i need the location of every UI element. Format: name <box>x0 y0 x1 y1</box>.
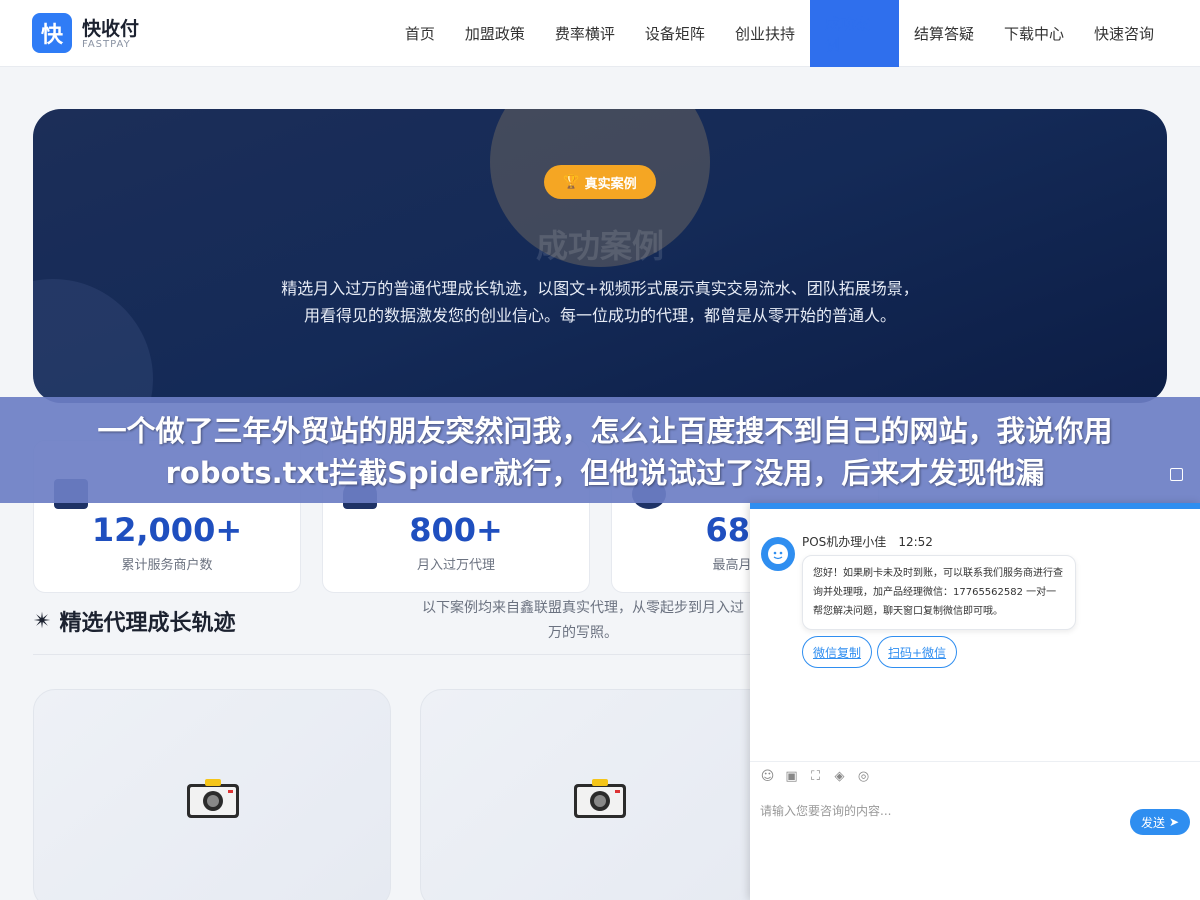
hero-badge-label: 真实案例 <box>584 176 637 192</box>
agent-name-line: POS机办理小佳 12:52 <box>802 533 933 550</box>
trophy-icon: 🏆 <box>563 174 580 190</box>
chat-message: 您好！如果刷卡未及时到账，可以联系我们服务商进行查询并处理哦，加产品经理微信：1… <box>802 555 1076 630</box>
nav-item-franchise[interactable]: 加盟政策 <box>450 0 540 67</box>
nav-item-home[interactable]: 首页 <box>390 0 450 67</box>
copy-wechat-button[interactable]: 微信复制 <box>802 636 873 668</box>
chat-divider <box>750 761 1200 762</box>
stat-value: 800+ <box>409 511 503 549</box>
agent-name: POS机办理小佳 <box>802 535 887 549</box>
agent-avatar <box>761 537 795 571</box>
section-title-text: 精选代理成长轨迹 <box>59 611 236 636</box>
emoji-icon[interactable]: ☺ <box>760 769 775 784</box>
message-time: 12:52 <box>898 535 933 549</box>
chat-toolbar: ☺ ▣ ⛶ ◈ ◎ <box>760 769 871 784</box>
nav-item-rates[interactable]: 费率横评 <box>540 0 630 67</box>
camera-icon <box>574 779 626 818</box>
nav-item-cases[interactable]: 成功案例 <box>809 0 899 67</box>
hero-description: 精选月入过万的普通代理成长轨迹，以图文+视频形式展示真实交易流水、团队拓展场景，… <box>281 279 919 325</box>
main-nav: 首页 加盟政策 费率横评 设备矩阵 创业扶持 成功案例 结算答疑 下载中心 快速… <box>390 0 1169 67</box>
site-header: 快 快收付 FASTPAY 首页 加盟政策 费率横评 设备矩阵 创业扶持 成功案… <box>0 0 1200 67</box>
nav-item-devices[interactable]: 设备矩阵 <box>630 0 720 67</box>
case-card[interactable] <box>420 689 778 900</box>
headline-text: 一个做了三年外贸站的朋友突然问我，怎么让百度搜不到自己的网站，我说你用robot… <box>97 414 1113 490</box>
section-divider <box>33 654 750 655</box>
minimize-icon[interactable] <box>1170 468 1183 481</box>
chat-header-bar <box>750 503 1200 509</box>
screenshot-icon[interactable]: ⛶ <box>808 769 823 784</box>
section-title: ✴ 精选代理成长轨迹 <box>33 605 235 637</box>
nav-item-consult[interactable]: 快速咨询 <box>1079 0 1169 67</box>
chat-input[interactable] <box>760 799 1120 823</box>
stat-label: 月入过万代理 <box>416 558 495 573</box>
headline-overlay: 一个做了三年外贸站的朋友突然问我，怎么让百度搜不到自己的网站，我说你用robot… <box>0 397 1200 503</box>
decorative-circle <box>33 279 153 403</box>
nav-item-settlement[interactable]: 结算答疑 <box>899 0 989 67</box>
case-card[interactable] <box>33 689 391 900</box>
hero-banner: 🏆 真实案例 成功案例 精选月入过万的普通代理成长轨迹，以图文+视频形式展示真实… <box>33 109 1167 403</box>
stat-label: 累计服务商户数 <box>121 558 213 573</box>
send-button[interactable]: 发送 ➤ <box>1130 809 1190 835</box>
hero-title: 成功案例 <box>535 227 664 265</box>
logo-subtitle: FASTPAY <box>82 39 131 50</box>
send-label: 发送 <box>1140 815 1165 830</box>
nav-item-download[interactable]: 下载中心 <box>989 0 1079 67</box>
stat-value: 12,000+ <box>91 511 243 549</box>
agent-face-icon <box>768 544 788 564</box>
star-icon: ✴ <box>33 608 52 634</box>
scan-wechat-button[interactable]: 扫码+微信 <box>877 636 958 668</box>
logo-name[interactable]: 快收付 <box>82 14 139 41</box>
logo-icon[interactable]: 快 <box>32 13 72 53</box>
shield-icon[interactable]: ◈ <box>832 769 847 784</box>
image-icon[interactable]: ▣ <box>784 769 799 784</box>
section-description: 以下案例均来自鑫联盟真实代理，从零起步到月入过万的写照。 <box>422 600 744 641</box>
send-icon: ➤ <box>1168 815 1180 829</box>
chat-bubble-icon[interactable]: ◎ <box>856 769 871 784</box>
hero-badge: 🏆 真实案例 <box>544 165 656 199</box>
chat-widget: POS机办理小佳 12:52 您好！如果刷卡未及时到账，可以联系我们服务商进行查询… <box>750 503 1200 900</box>
camera-icon <box>187 779 239 818</box>
nav-item-support[interactable]: 创业扶持 <box>720 0 810 67</box>
